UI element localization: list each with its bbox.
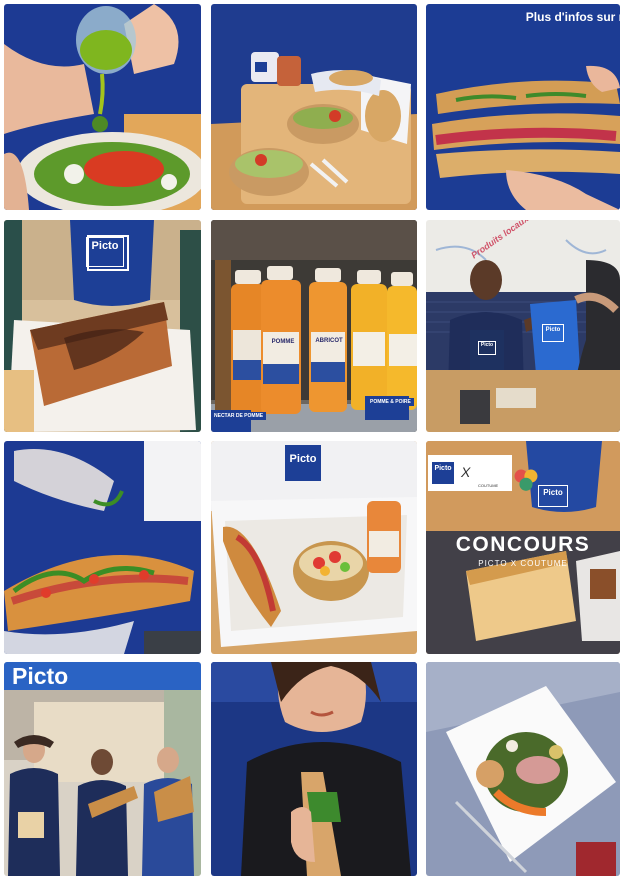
box-logo: Picto bbox=[285, 451, 321, 481]
bag-logo: Picto bbox=[542, 324, 564, 342]
store-sign: Picto bbox=[4, 662, 201, 690]
partner-picto-logo: Picto bbox=[432, 462, 454, 484]
partner-bar: Picto X COUTUME bbox=[428, 455, 538, 491]
photo-salad-plate[interactable] bbox=[426, 662, 620, 876]
photo-oil-pouring-salad-image bbox=[4, 4, 201, 210]
photo-concours[interactable]: Picto X COUTUME Picto CONCOURS PICTO X C… bbox=[426, 441, 620, 654]
photo-arugula-sandwich-image bbox=[4, 441, 201, 654]
photo-arugula-sandwich[interactable] bbox=[4, 441, 201, 654]
photo-store-team-image bbox=[4, 662, 201, 876]
photo-staff-handing-bag-image bbox=[426, 220, 620, 432]
apron-logo: Picto bbox=[478, 341, 496, 355]
caption-text: Plus d'infos sur n bbox=[525, 10, 620, 24]
partner-x: X bbox=[461, 464, 471, 480]
bottle-label-2: POMME bbox=[271, 339, 295, 345]
photo-cake-coffee-cup[interactable]: Picto bbox=[4, 220, 201, 432]
concours-subtitle: PICTO X COUTUME bbox=[478, 559, 568, 568]
photo-oil-pouring-salad[interactable] bbox=[4, 4, 201, 210]
photo-store-team[interactable]: Picto bbox=[4, 662, 201, 876]
photo-woman-sandwich[interactable] bbox=[211, 662, 417, 876]
photo-box-sandwich-fruit[interactable]: Picto bbox=[211, 441, 417, 654]
concours-title: CONCOURS bbox=[455, 533, 591, 556]
shelf-tag-2: POMME & POIRE bbox=[367, 398, 414, 406]
photo-bowls-sandwich-tray-image bbox=[211, 4, 417, 210]
photo-woman-sandwich-image bbox=[211, 662, 417, 876]
partner-coutume-text: COUTUME bbox=[478, 483, 499, 488]
photo-staff-handing-bag[interactable]: Produits locaux Picto Picto bbox=[426, 220, 620, 432]
photo-juice-bottles[interactable]: ABRICOT POMME NECTAR DE POMME POMME & PO… bbox=[211, 220, 417, 432]
cup-logo: Picto bbox=[86, 237, 124, 267]
photo-sandwich-hands-image bbox=[426, 4, 620, 210]
shelf-tag: NECTAR DE POMME bbox=[211, 412, 267, 420]
photo-salad-plate-image bbox=[426, 662, 620, 876]
photo-bowls-sandwich-tray[interactable] bbox=[211, 4, 417, 210]
photo-sandwich-hands[interactable]: Plus d'infos sur n bbox=[426, 4, 620, 210]
photo-grid: Plus d'infos sur n Picto ABRICOT POMME N… bbox=[0, 0, 621, 878]
bottle-label: ABRICOT bbox=[315, 338, 343, 344]
cup-logo-2: Picto bbox=[538, 485, 568, 507]
